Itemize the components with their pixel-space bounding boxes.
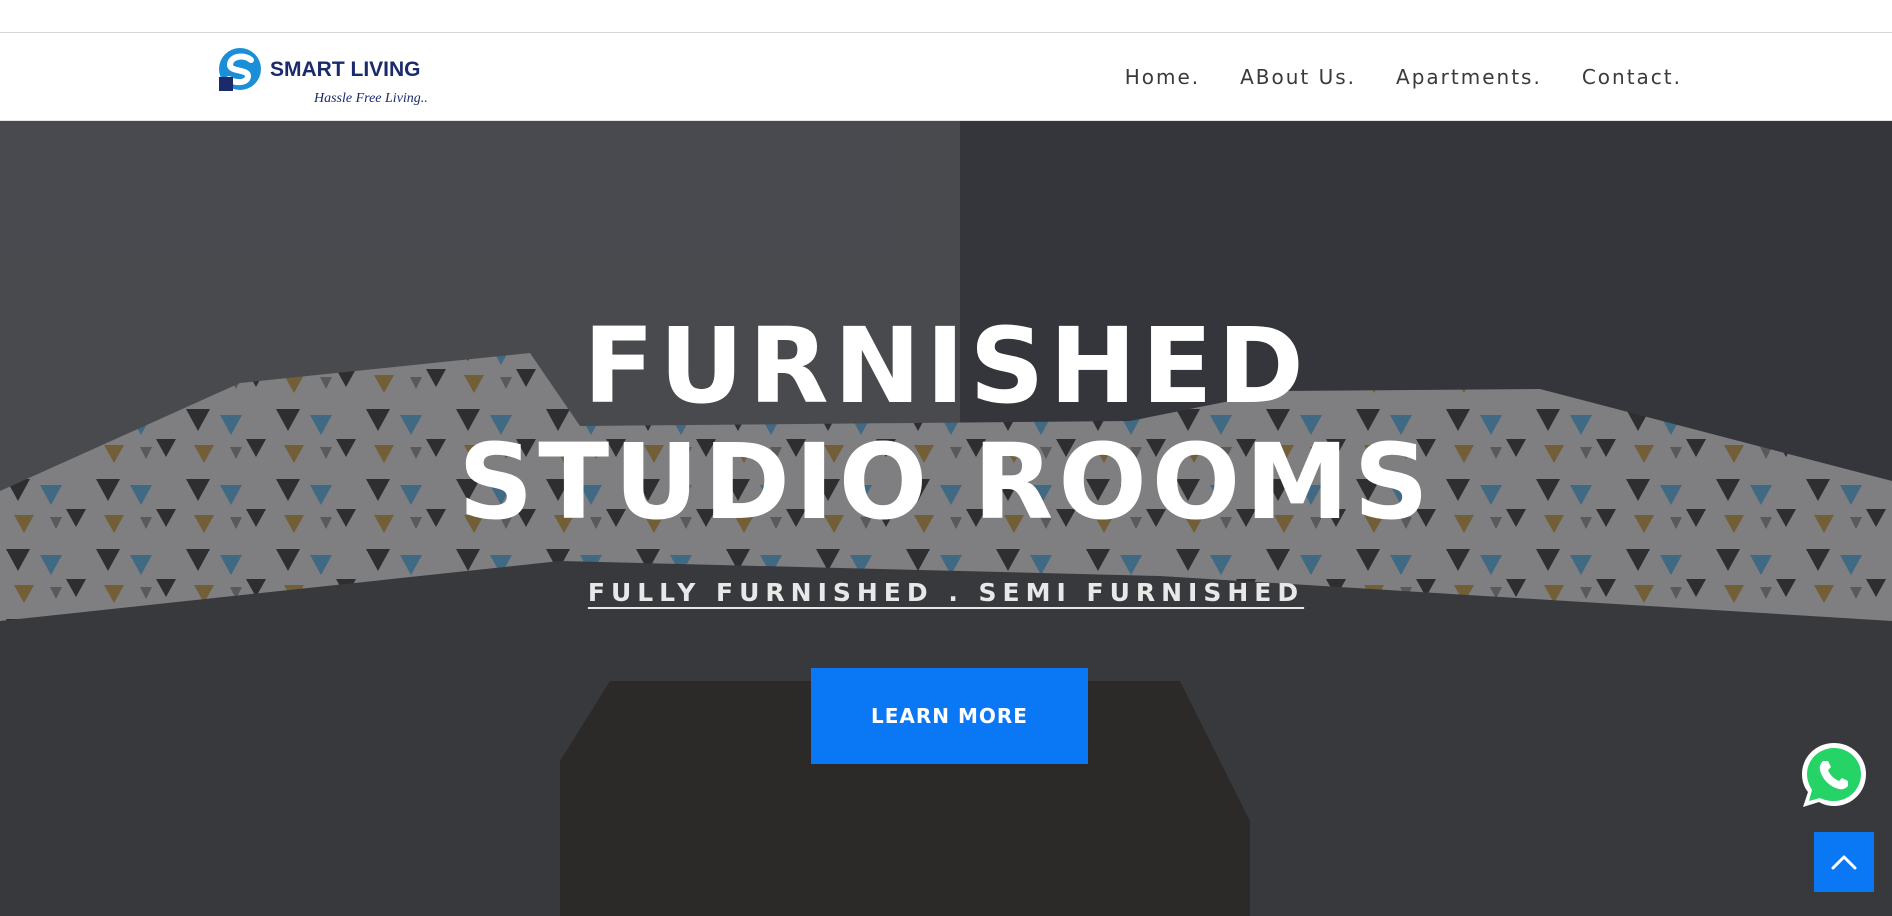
hero-subtitle: FULLY FURNISHED . SEMI FURNISHED — [0, 578, 1892, 607]
chevron-up-icon — [1831, 855, 1857, 870]
hero-title: FURNISHED STUDIO ROOMS — [0, 308, 1892, 540]
smart-living-logo-icon: SMART LIVING Hassle Free Living... — [219, 48, 431, 106]
hero-title-line-1: FURNISHED — [583, 305, 1309, 427]
learn-more-button[interactable]: LEARN MORE — [811, 668, 1088, 764]
site-header: SMART LIVING Hassle Free Living... Home.… — [0, 33, 1892, 121]
nav-about-us[interactable]: ABout Us. — [1240, 65, 1356, 89]
hero-title-line-2: STUDIO ROOMS — [458, 421, 1434, 543]
hero-section: FURNISHED STUDIO ROOMS FULLY FURNISHED .… — [0, 121, 1892, 916]
logo[interactable]: SMART LIVING Hassle Free Living... — [218, 47, 431, 111]
nav-contact[interactable]: Contact. — [1582, 65, 1682, 89]
nav-home[interactable]: Home. — [1125, 65, 1200, 89]
nav-apartments[interactable]: Apartments. — [1396, 65, 1542, 89]
back-to-top-button[interactable] — [1814, 832, 1874, 892]
hero-subtitle-link[interactable]: FULLY FURNISHED . SEMI FURNISHED — [588, 578, 1304, 607]
whatsapp-button[interactable] — [1799, 740, 1869, 810]
top-strip — [0, 0, 1892, 33]
main-nav: Home. ABout Us. Apartments. Contact. — [1125, 33, 1682, 121]
brand-tagline: Hassle Free Living... — [313, 91, 428, 106]
brand-name: SMART LIVING — [270, 58, 421, 81]
whatsapp-icon — [1802, 743, 1866, 807]
